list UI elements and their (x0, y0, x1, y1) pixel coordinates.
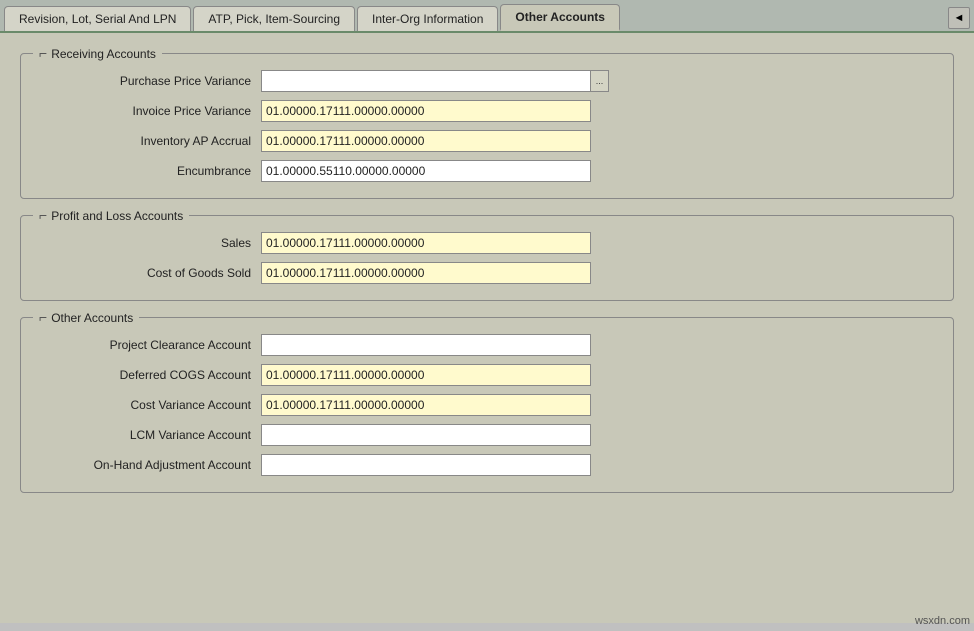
input-wrapper-encumbrance (261, 160, 591, 182)
input-wrapper-deferred-cogs (261, 364, 591, 386)
input-project-clearance[interactable] (261, 334, 591, 356)
input-cost-variance[interactable] (261, 394, 591, 416)
section-profit-loss-accounts: Profit and Loss AccountsSalesCost of Goo… (20, 215, 954, 301)
main-content: Receiving Accounts Purchase Price Varianc… (0, 33, 974, 623)
label-lcm-variance: LCM Variance Account (41, 428, 261, 442)
tab-other[interactable]: Other Accounts (500, 4, 620, 31)
input-wrapper-inventory-ap-accrual (261, 130, 591, 152)
section-title-profit-loss-accounts: Profit and Loss Accounts (33, 207, 189, 223)
section-title-receiving-accounts: Receiving Accounts (33, 45, 162, 61)
input-wrapper-onhand-adjustment (261, 454, 591, 476)
label-deferred-cogs: Deferred COGS Account (41, 368, 261, 382)
form-row-sales: Sales (41, 232, 933, 254)
input-sales[interactable] (261, 232, 591, 254)
section-title-other-accounts: Other Accounts (33, 309, 139, 325)
form-row-purchase-price-variance: Purchase Price Variance... (41, 70, 933, 92)
form-row-deferred-cogs: Deferred COGS Account (41, 364, 933, 386)
label-onhand-adjustment: On-Hand Adjustment Account (41, 458, 261, 472)
form-row-project-clearance: Project Clearance Account (41, 334, 933, 356)
form-row-lcm-variance: LCM Variance Account (41, 424, 933, 446)
label-sales: Sales (41, 236, 261, 250)
form-row-encumbrance: Encumbrance (41, 160, 933, 182)
tab-scroll-button[interactable]: ◄ (948, 7, 970, 29)
input-wrapper-lcm-variance (261, 424, 591, 446)
form-row-cost-of-goods-sold: Cost of Goods Sold (41, 262, 933, 284)
input-encumbrance[interactable] (261, 160, 591, 182)
label-project-clearance: Project Clearance Account (41, 338, 261, 352)
input-inventory-ap-accrual[interactable] (261, 130, 591, 152)
input-wrapper-cost-variance (261, 394, 591, 416)
input-purchase-price-variance[interactable] (261, 70, 591, 92)
input-wrapper-purchase-price-variance: ... (261, 70, 609, 92)
form-row-inventory-ap-accrual: Inventory AP Accrual (41, 130, 933, 152)
input-wrapper-project-clearance (261, 334, 591, 356)
form-row-invoice-price-variance: Invoice Price Variance (41, 100, 933, 122)
input-invoice-price-variance[interactable] (261, 100, 591, 122)
tab-revision[interactable]: Revision, Lot, Serial And LPN (4, 6, 191, 31)
label-encumbrance: Encumbrance (41, 164, 261, 178)
watermark: wsxdn.com (915, 615, 970, 627)
section-receiving-accounts: Receiving AccountsPurchase Price Varianc… (20, 53, 954, 199)
input-onhand-adjustment[interactable] (261, 454, 591, 476)
input-deferred-cogs[interactable] (261, 364, 591, 386)
label-cost-of-goods-sold: Cost of Goods Sold (41, 266, 261, 280)
tab-interorg[interactable]: Inter-Org Information (357, 6, 498, 31)
tab-bar: Revision, Lot, Serial And LPNATP, Pick, … (0, 0, 974, 33)
input-wrapper-cost-of-goods-sold (261, 262, 591, 284)
input-lcm-variance[interactable] (261, 424, 591, 446)
form-row-cost-variance: Cost Variance Account (41, 394, 933, 416)
input-wrapper-invoice-price-variance (261, 100, 591, 122)
input-cost-of-goods-sold[interactable] (261, 262, 591, 284)
label-purchase-price-variance: Purchase Price Variance (41, 74, 261, 88)
tab-atp[interactable]: ATP, Pick, Item-Sourcing (193, 6, 355, 31)
form-row-onhand-adjustment: On-Hand Adjustment Account (41, 454, 933, 476)
label-inventory-ap-accrual: Inventory AP Accrual (41, 134, 261, 148)
browse-btn-purchase-price-variance[interactable]: ... (591, 70, 609, 92)
label-invoice-price-variance: Invoice Price Variance (41, 104, 261, 118)
input-wrapper-sales (261, 232, 591, 254)
label-cost-variance: Cost Variance Account (41, 398, 261, 412)
section-other-accounts: Other AccountsProject Clearance AccountD… (20, 317, 954, 493)
